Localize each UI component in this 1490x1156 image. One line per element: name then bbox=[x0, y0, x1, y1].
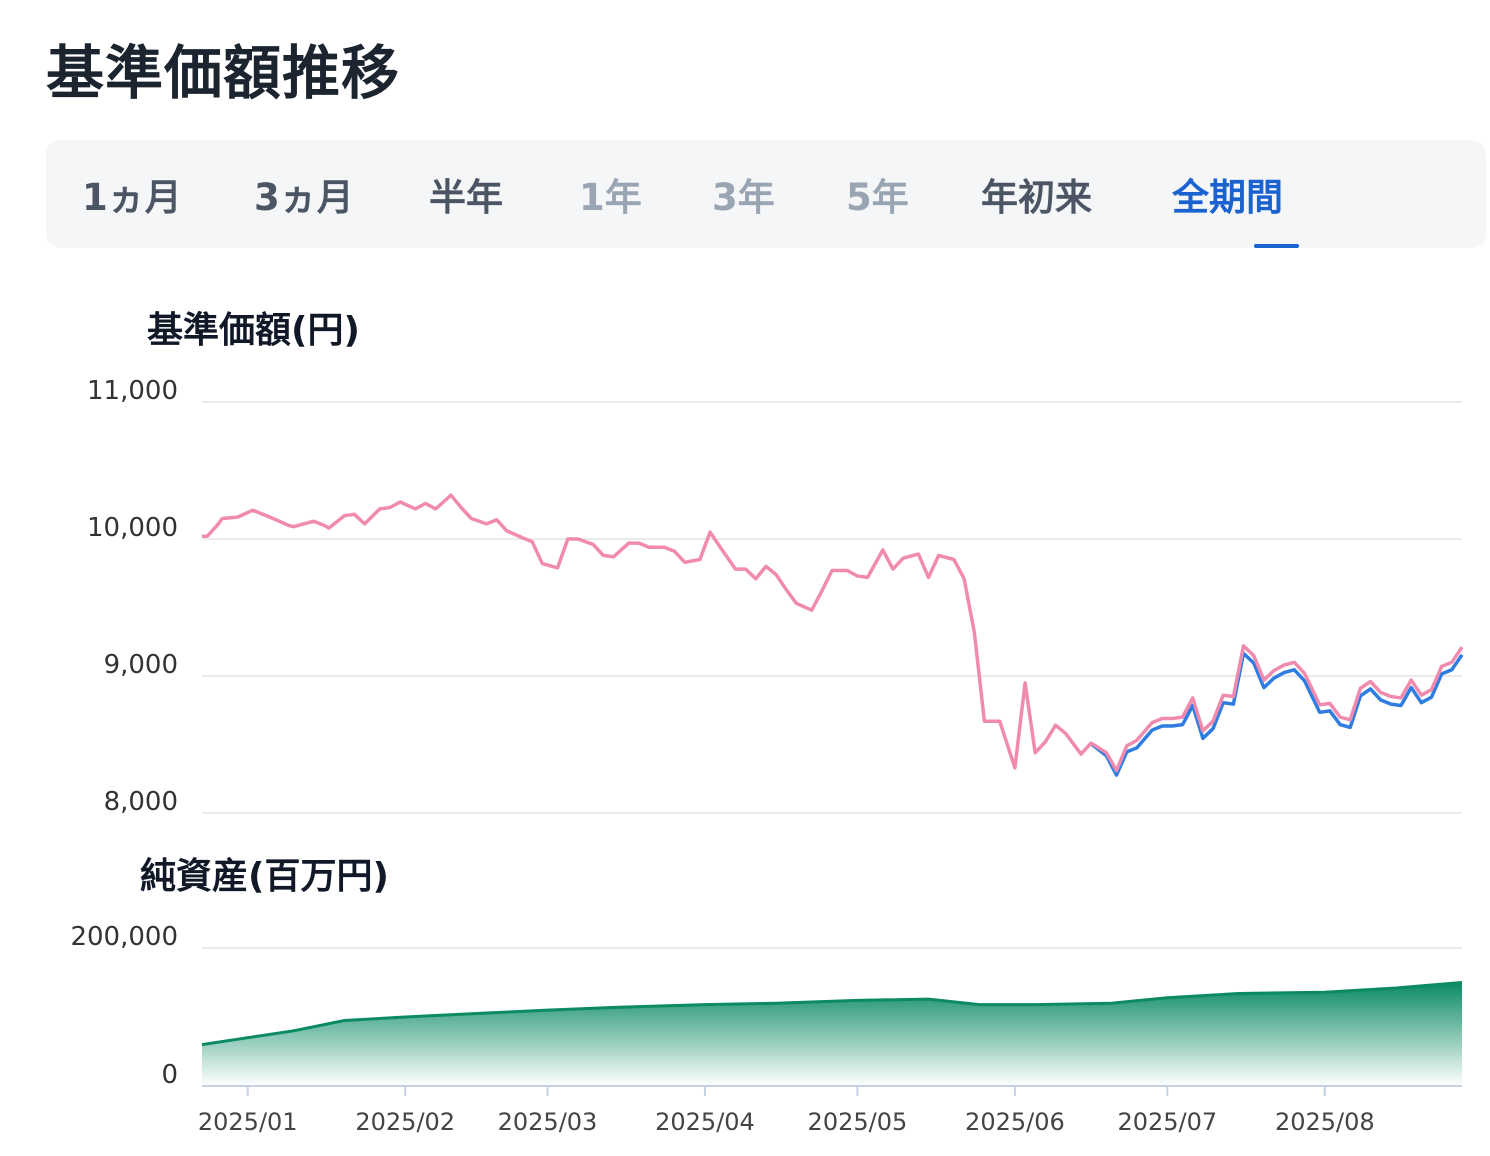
x-tick-label: 2025/04 bbox=[655, 1108, 755, 1136]
net-assets-y-axis-ticks: 0 200,000 bbox=[70, 922, 178, 1090]
x-tick-label: 2025/03 bbox=[498, 1108, 598, 1136]
net-assets-panel: 純資産(百万円) 0200,000 2025/01 2025/02 2025/03 2… bbox=[70, 856, 1463, 1136]
x-tick-label: 2025/06 bbox=[965, 1108, 1065, 1136]
price-panel: 基準価額(円) 8,000 9,000 10,000 11,000 bbox=[87, 310, 1464, 817]
net-assets-area bbox=[202, 982, 1462, 1086]
price-y-tick-label: 8,000 bbox=[104, 787, 178, 817]
price-y-tick-label: 10,000 bbox=[87, 513, 178, 543]
fund-chart: 基準価額(円) 8,0009,00010,00011,000 純資産(百万円) … bbox=[70, 310, 1464, 1136]
x-tick-label: 2025/08 bbox=[1275, 1108, 1375, 1136]
x-tick-label: 2025/01 bbox=[198, 1108, 298, 1136]
net-assets-panel-title: 純資産(百万円) bbox=[140, 856, 389, 897]
x-tick-label: 2025/05 bbox=[808, 1108, 908, 1136]
price-y-axis-ticks: 8,000 9,000 10,000 11,000 bbox=[87, 376, 178, 817]
series-line-blue bbox=[1090, 651, 1464, 777]
x-tick-label: 2025/02 bbox=[355, 1108, 455, 1136]
series-line-pink bbox=[202, 493, 1464, 773]
net-assets-y-tick-label: 0 bbox=[161, 1060, 178, 1090]
price-gridlines bbox=[202, 401, 1462, 814]
price-y-tick-label: 9,000 bbox=[104, 650, 178, 680]
x-tick-label: 2025/07 bbox=[1117, 1108, 1217, 1136]
net-assets-y-tick-label: 200,000 bbox=[70, 922, 178, 952]
price-y-tick-label: 11,000 bbox=[87, 376, 178, 406]
x-axis-ticks: 2025/01 2025/02 2025/03 2025/04 2025/05 2025/… bbox=[198, 1086, 1375, 1136]
price-panel-title: 基準価額(円) bbox=[147, 310, 360, 351]
